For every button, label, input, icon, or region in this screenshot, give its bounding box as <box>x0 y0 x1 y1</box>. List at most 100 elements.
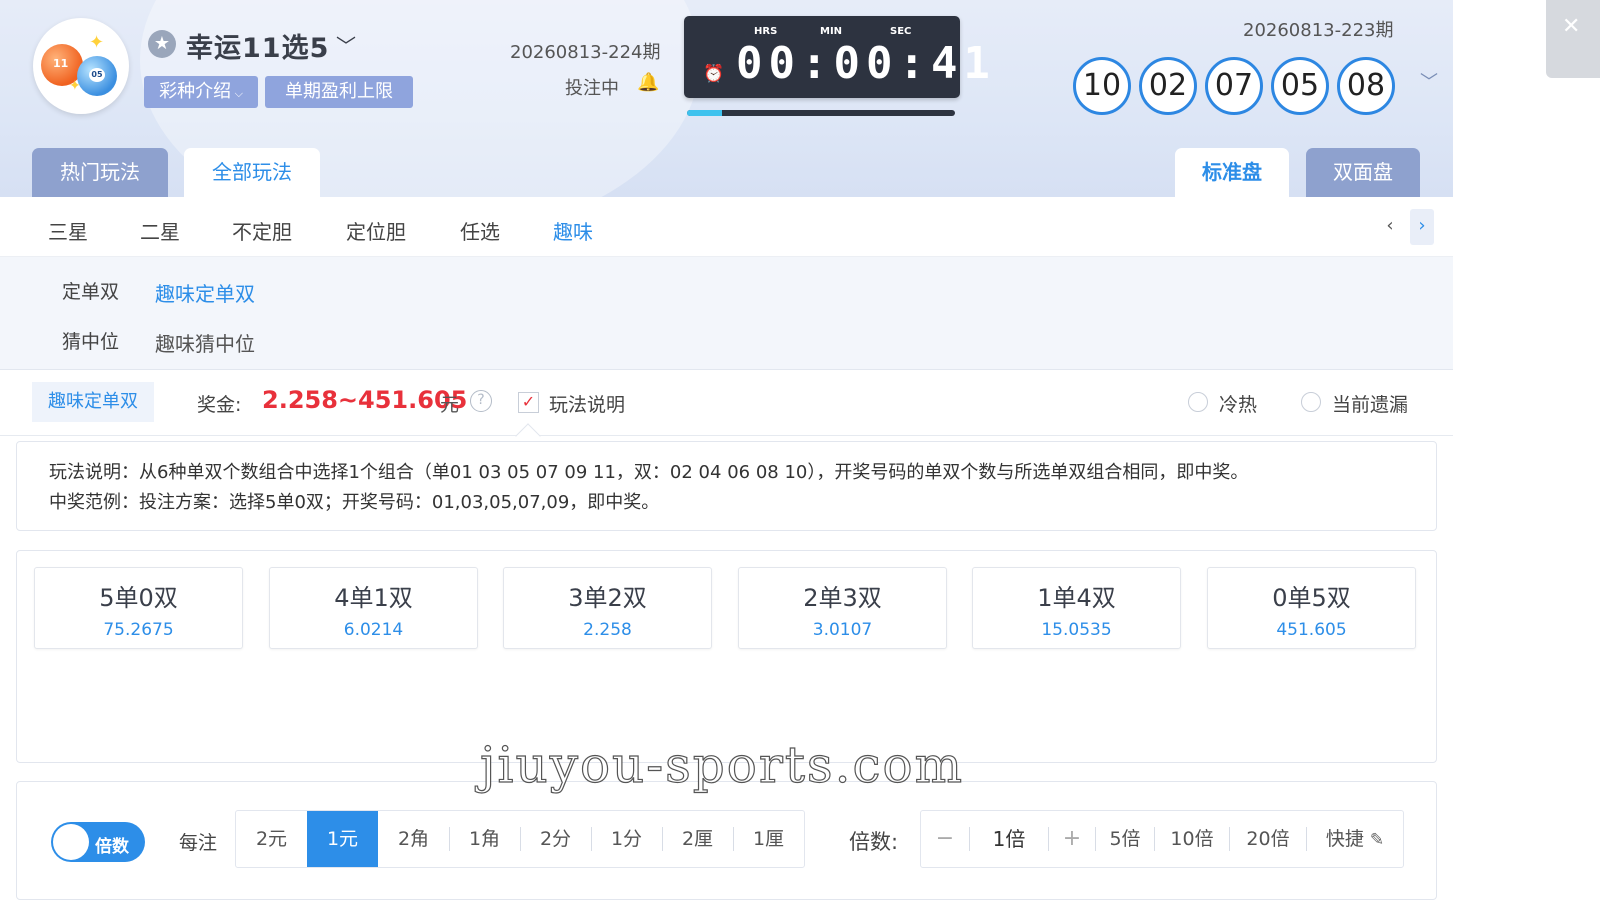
countdown-timer: HRS MIN SEC 00:00:41 ⏰ <box>684 16 990 98</box>
combo-odds: 75.2675 <box>103 620 174 640</box>
combo-name: 5单0双 <box>99 584 178 612</box>
option-fun-middle[interactable]: 趣味猜中位 <box>155 328 255 357</box>
increment-button[interactable]: + <box>1049 811 1095 867</box>
sub-tab-optional[interactable]: 任选 <box>460 216 500 245</box>
combo-option[interactable]: 0单5双 451.605 <box>1207 567 1416 649</box>
option-group-label: 定单双 <box>62 281 120 303</box>
play-description: 玩法说明：从6种单双个数组合中选择1个组合（单01 03 05 07 09 11… <box>16 441 1437 531</box>
header: 11 05 ✦ ✦ ★ 幸运11选5 ﹀ 彩种介绍 ⌵ 单期盈利上限 20260… <box>0 0 1453 197</box>
edit-icon: ✎ <box>1369 830 1385 850</box>
timer-sec-label: SEC <box>890 26 912 37</box>
combo-option[interactable]: 5单0双 75.2675 <box>34 567 243 649</box>
multiplier-toggle[interactable]: 倍数 <box>51 822 145 862</box>
play-info-bar: 趣味定单双 奖金: 2.258~451.605 元 ? ✓ 玩法说明 冷热 当前… <box>0 370 1453 436</box>
sub-tab-three-star[interactable]: 三星 <box>48 216 88 245</box>
timer-min-label: MIN <box>820 26 843 37</box>
bell-icon: 🔔 <box>637 72 660 93</box>
unit-option[interactable]: 2角 <box>378 811 449 867</box>
combo-option[interactable]: 2单3双 3.0107 <box>738 567 947 649</box>
prize-unit: 元 <box>440 394 460 416</box>
rules-text: 玩法说明：从6种单双个数组合中选择1个组合（单01 03 05 07 09 11… <box>49 462 1249 483</box>
combo-name: 2单3双 <box>803 584 882 612</box>
combo-option[interactable]: 3单2双 2.258 <box>503 567 712 649</box>
unit-option-selected[interactable]: 1元 <box>307 811 378 867</box>
multiplier-control: − 1倍 + 5倍 10倍 20倍 快捷 ✎ <box>920 810 1404 868</box>
decrement-button[interactable]: − <box>921 811 969 867</box>
hot-cold-label[interactable]: 冷热 <box>1219 390 1257 417</box>
play-rules-label[interactable]: 玩法说明 <box>549 390 625 417</box>
combo-odds: 3.0107 <box>812 620 873 640</box>
play-rules-checkbox[interactable]: ✓ <box>518 392 539 413</box>
unit-option[interactable]: 1分 <box>591 811 662 867</box>
combo-name: 0单5双 <box>1272 584 1351 612</box>
draw-ball: 08 <box>1337 57 1395 115</box>
lottery-app: 11 05 ✦ ✦ ★ 幸运11选5 ﹀ 彩种介绍 ⌵ 单期盈利上限 20260… <box>0 0 1453 900</box>
tab-double-sided[interactable]: 双面盘 <box>1306 148 1420 197</box>
lottery-logo: 11 05 ✦ ✦ <box>33 18 129 114</box>
unit-option[interactable]: 1厘 <box>733 811 804 867</box>
sub-tab-any-position[interactable]: 不定胆 <box>232 216 292 245</box>
combo-odds: 2.258 <box>583 620 632 640</box>
hot-cold-radio[interactable] <box>1188 392 1208 412</box>
close-panel-button[interactable]: ✕ <box>1546 0 1600 78</box>
help-icon[interactable]: ? <box>470 390 492 412</box>
current-period: 20260813-224期 <box>510 42 661 63</box>
tab-hot-plays[interactable]: 热门玩法 <box>32 148 168 197</box>
unit-option[interactable]: 2元 <box>236 811 307 867</box>
lottery-title[interactable]: 幸运11选5 <box>186 26 329 65</box>
sparkle-icon: ✦ <box>69 78 81 94</box>
toggle-knob <box>53 824 89 860</box>
current-missing-label[interactable]: 当前遗漏 <box>1332 390 1408 417</box>
tab-standard[interactable]: 标准盘 <box>1175 148 1289 197</box>
sub-tab-fixed-position[interactable]: 定位胆 <box>346 216 406 245</box>
profit-limit-button[interactable]: 单期盈利上限 <box>265 76 413 108</box>
tab-all-plays[interactable]: 全部玩法 <box>184 148 320 197</box>
quick-multiple-button[interactable]: 20倍 <box>1230 811 1306 867</box>
quick-settings-button[interactable]: 快捷 ✎ <box>1307 811 1403 867</box>
chevron-down-icon[interactable]: ﹀ <box>1420 68 1438 94</box>
timer-digits: 00:00:41 <box>736 38 996 89</box>
combo-selection: 5单0双 75.2675 4单1双 6.0214 3单2双 2.258 2单3双… <box>16 550 1437 763</box>
toggle-label: 倍数 <box>95 837 129 857</box>
blue-ball-icon: 05 <box>77 56 117 96</box>
combo-option[interactable]: 4单1双 6.0214 <box>269 567 478 649</box>
unit-option[interactable]: 2分 <box>520 811 591 867</box>
unit-label: 每注 <box>179 832 218 854</box>
combo-odds: 6.0214 <box>343 620 404 640</box>
current-play-tab[interactable]: 趣味定单双 <box>32 382 154 422</box>
quick-multiple-button[interactable]: 5倍 <box>1096 811 1154 867</box>
quick-multiple-button[interactable]: 10倍 <box>1155 811 1229 867</box>
sub-tab-bar: 三星 二星 不定胆 定位胆 任选 趣味 ‹ › <box>0 197 1453 257</box>
play-options: 定单双 趣味定单双 猜中位 趣味猜中位 <box>0 257 1453 370</box>
close-icon: ✕ <box>1562 14 1581 39</box>
chevron-right-icon[interactable]: › <box>1410 209 1434 245</box>
alarm-clock-icon: ⏰ <box>703 64 725 84</box>
last-draw-period: 20260813-223期 <box>1243 20 1394 41</box>
sub-tab-two-star[interactable]: 二星 <box>140 216 180 245</box>
multiplier-label: 倍数: <box>849 830 899 854</box>
combo-option[interactable]: 1单4双 15.0535 <box>972 567 1181 649</box>
chevron-left-icon[interactable]: ‹ <box>1378 209 1402 245</box>
combo-name: 1单4双 <box>1037 584 1116 612</box>
timer-progress-fill <box>687 110 722 116</box>
lottery-intro-button[interactable]: 彩种介绍 ⌵ <box>144 76 258 108</box>
favorite-star-icon[interactable]: ★ <box>148 30 176 58</box>
sub-tab-fun[interactable]: 趣味 <box>553 216 593 245</box>
draw-ball: 07 <box>1205 57 1263 115</box>
bet-status: 投注中 <box>565 78 619 99</box>
bet-settings-bar: 倍数 每注 2元 1元 2角 1角 2分 1分 2厘 1厘 倍数: − 1倍 +… <box>16 781 1437 900</box>
combo-name: 4单1双 <box>334 584 413 612</box>
draw-ball: 10 <box>1073 57 1131 115</box>
unit-option[interactable]: 1角 <box>449 811 520 867</box>
prize-label: 奖金: <box>197 394 242 416</box>
draw-ball: 05 <box>1271 57 1329 115</box>
multiplier-input[interactable]: 1倍 <box>970 811 1048 867</box>
unit-option[interactable]: 2厘 <box>662 811 733 867</box>
timer-progress-bar <box>687 110 955 116</box>
chevron-down-icon[interactable]: ﹀ <box>336 30 356 59</box>
draw-ball: 02 <box>1139 57 1197 115</box>
watermark: jiuyou-sports.com <box>479 735 964 794</box>
option-fun-odd-even[interactable]: 趣味定单双 <box>155 278 255 307</box>
current-missing-radio[interactable] <box>1301 392 1321 412</box>
unit-selector: 2元 1元 2角 1角 2分 1分 2厘 1厘 <box>235 810 805 868</box>
